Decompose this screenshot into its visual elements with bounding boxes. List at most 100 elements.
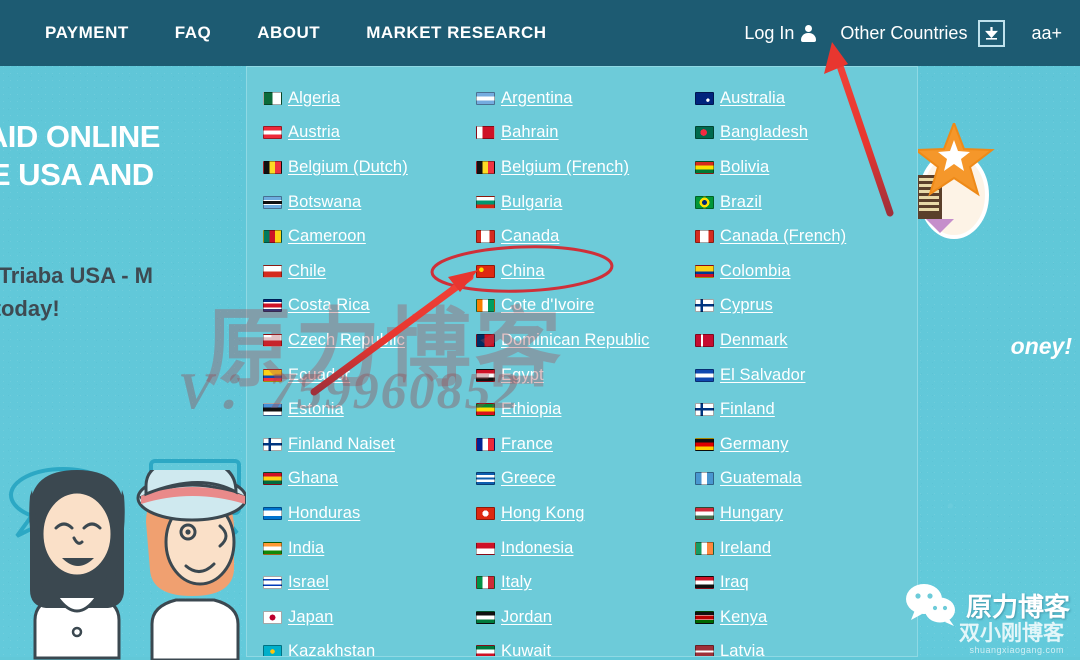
country-link-greece[interactable]: Greece [501, 469, 556, 488]
country-link-indonesia[interactable]: Indonesia [501, 539, 573, 558]
country-list-item[interactable]: Belgium (Dutch) [257, 150, 470, 185]
country-list-item[interactable]: Greece [470, 462, 689, 497]
country-link-guatemala[interactable]: Guatemala [720, 469, 802, 488]
country-link-ethiopia[interactable]: Ethiopia [501, 400, 561, 419]
country-link-canada-french[interactable]: Canada (French) [720, 227, 846, 246]
country-link-belgium-french[interactable]: Belgium (French) [501, 158, 629, 177]
country-link-kazakhstan[interactable]: Kazakhstan [288, 642, 375, 656]
country-list-item[interactable]: Cote d'Ivoire [470, 289, 689, 324]
country-link-algeria[interactable]: Algeria [288, 89, 340, 108]
country-list-item[interactable]: Bolivia [689, 150, 902, 185]
country-list-item[interactable]: Chile [257, 254, 470, 289]
country-list-item[interactable]: Kuwait [470, 635, 689, 656]
arrow-down-icon[interactable] [978, 19, 1006, 47]
country-link-finland-naiset[interactable]: Finland Naiset [288, 435, 395, 454]
country-list-item[interactable]: Denmark [689, 323, 902, 358]
country-link-kuwait[interactable]: Kuwait [501, 642, 551, 656]
country-link-cyprus[interactable]: Cyprus [720, 296, 773, 315]
country-list-item[interactable]: Ecuador [257, 358, 470, 393]
country-link-belgium-dutch[interactable]: Belgium (Dutch) [288, 158, 408, 177]
country-link-chile[interactable]: Chile [288, 262, 326, 281]
country-list-item[interactable]: Botswana [257, 185, 470, 220]
country-link-ghana[interactable]: Ghana [288, 469, 338, 488]
country-list-item[interactable]: Bahrain [470, 116, 689, 151]
country-link-canada[interactable]: Canada [501, 227, 559, 246]
country-list-item[interactable]: Australia [689, 81, 902, 116]
country-list-item[interactable]: India [257, 531, 470, 566]
country-list-item[interactable]: Kenya [689, 600, 902, 635]
country-list-item[interactable]: Estonia [257, 392, 470, 427]
country-list-item[interactable]: Ghana [257, 462, 470, 497]
country-link-hong-kong[interactable]: Hong Kong [501, 504, 584, 523]
country-list-item[interactable]: Canada [470, 219, 689, 254]
country-link-latvia[interactable]: Latvia [720, 642, 765, 656]
country-list-item[interactable]: France [470, 427, 689, 462]
nav-payment[interactable]: PAYMENT [22, 23, 152, 43]
country-link-bangladesh[interactable]: Bangladesh [720, 123, 808, 142]
country-list-item[interactable]: El Salvador [689, 358, 902, 393]
nav-faq[interactable]: FAQ [152, 23, 234, 43]
country-link-ecuador[interactable]: Ecuador [288, 366, 350, 385]
country-link-cote-d-ivoire[interactable]: Cote d'Ivoire [501, 296, 594, 315]
country-list-item[interactable]: Colombia [689, 254, 902, 289]
country-link-estonia[interactable]: Estonia [288, 400, 344, 419]
country-link-israel[interactable]: Israel [288, 573, 329, 592]
country-list-item[interactable]: Ireland [689, 531, 902, 566]
country-list-item[interactable]: Jordan [470, 600, 689, 635]
country-list-item[interactable]: Kazakhstan [257, 635, 470, 656]
country-link-bolivia[interactable]: Bolivia [720, 158, 769, 177]
country-list-item[interactable]: Austria [257, 116, 470, 151]
nav-market-research[interactable]: MARKET RESEARCH [343, 23, 569, 43]
country-link-honduras[interactable]: Honduras [288, 504, 360, 523]
country-list-item[interactable]: Indonesia [470, 531, 689, 566]
country-link-australia[interactable]: Australia [720, 89, 785, 108]
country-link-ireland[interactable]: Ireland [720, 539, 771, 558]
country-list-item[interactable]: Japan [257, 600, 470, 635]
country-list-item[interactable]: Hong Kong [470, 496, 689, 531]
country-list-item[interactable]: Canada (French) [689, 219, 902, 254]
country-link-colombia[interactable]: Colombia [720, 262, 791, 281]
login-button[interactable]: Log In [732, 23, 828, 44]
country-list-item[interactable]: Hungary [689, 496, 902, 531]
country-link-japan[interactable]: Japan [288, 608, 333, 627]
country-list-item[interactable]: Costa Rica [257, 289, 470, 324]
country-link-costa-rica[interactable]: Costa Rica [288, 296, 370, 315]
country-list-item[interactable]: Finland [689, 392, 902, 427]
country-link-argentina[interactable]: Argentina [501, 89, 573, 108]
country-list-item[interactable]: Argentina [470, 81, 689, 116]
font-size-toggle[interactable]: aa+ [1017, 23, 1062, 44]
other-countries-dropdown-toggle[interactable]: Other Countries [828, 19, 1017, 47]
country-link-botswana[interactable]: Botswana [288, 193, 361, 212]
country-link-finland[interactable]: Finland [720, 400, 775, 419]
country-link-india[interactable]: India [288, 539, 324, 558]
country-list-item[interactable]: Latvia [689, 635, 902, 656]
country-list-item[interactable]: Cyprus [689, 289, 902, 324]
country-list-item[interactable]: Belgium (French) [470, 150, 689, 185]
country-link-denmark[interactable]: Denmark [720, 331, 788, 350]
country-list-item[interactable]: Algeria [257, 81, 470, 116]
country-list-item[interactable]: Finland Naiset [257, 427, 470, 462]
country-link-czech-republic[interactable]: Czech Republic [288, 331, 405, 350]
country-list-item[interactable]: Egypt [470, 358, 689, 393]
country-link-hungary[interactable]: Hungary [720, 504, 783, 523]
country-list-item[interactable]: Guatemala [689, 462, 902, 497]
country-link-kenya[interactable]: Kenya [720, 608, 767, 627]
country-link-germany[interactable]: Germany [720, 435, 789, 454]
country-link-bahrain[interactable]: Bahrain [501, 123, 559, 142]
country-link-china[interactable]: China [501, 262, 545, 281]
country-list-item[interactable]: Cameroon [257, 219, 470, 254]
country-list-item[interactable]: Italy [470, 565, 689, 600]
country-link-bulgaria[interactable]: Bulgaria [501, 193, 562, 212]
country-link-brazil[interactable]: Brazil [720, 193, 762, 212]
country-link-cameroon[interactable]: Cameroon [288, 227, 366, 246]
country-list-item[interactable]: Brazil [689, 185, 902, 220]
country-list-item[interactable]: Dominican Republic [470, 323, 689, 358]
country-list-item[interactable]: Germany [689, 427, 902, 462]
country-list-item[interactable]: Bangladesh [689, 116, 902, 151]
country-link-egypt[interactable]: Egypt [501, 366, 544, 385]
country-link-austria[interactable]: Austria [288, 123, 340, 142]
country-link-france[interactable]: France [501, 435, 553, 454]
country-list-item[interactable]: Israel [257, 565, 470, 600]
country-link-el-salvador[interactable]: El Salvador [720, 366, 805, 385]
country-list-item[interactable]: Bulgaria [470, 185, 689, 220]
